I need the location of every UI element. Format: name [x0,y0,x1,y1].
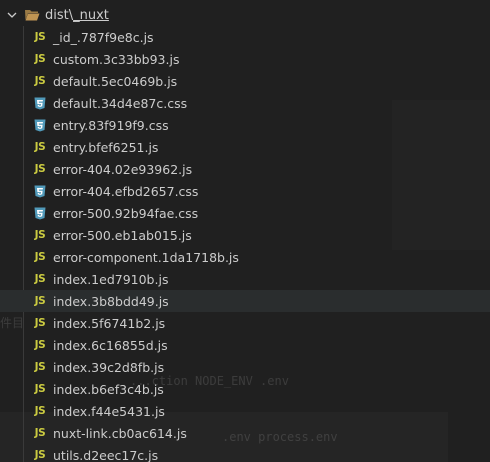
file-name: error-component.1da1718b.js [53,249,239,265]
js-icon-label: JS [34,383,46,395]
file-row[interactable]: JS error-404.02e93962.js [0,158,490,180]
js-icon: JS [32,449,48,461]
js-icon: JS [32,383,48,395]
file-name: nuxt-link.cb0ac614.js [53,425,187,441]
js-icon: JS [32,163,48,175]
file-row[interactable]: JS _id_.787f9e8c.js [0,26,490,48]
js-icon: JS [32,141,48,153]
file-row[interactable]: JS error-500.eb1ab015.js [0,224,490,246]
js-icon-label: JS [34,163,46,175]
file-name: error-500.eb1ab015.js [53,227,192,243]
js-icon-label: JS [34,229,46,241]
file-row[interactable]: JS index.3b8bdd49.js [0,290,490,312]
chevron-down-icon[interactable] [6,9,18,21]
file-name: index.1ed7910b.js [53,271,169,287]
js-icon: JS [32,361,48,373]
js-icon: JS [32,75,48,87]
js-icon-label: JS [34,273,46,285]
file-name: index.6c16855d.js [53,337,168,353]
file-name: error-404.02e93962.js [53,161,193,177]
js-icon: JS [32,295,48,307]
file-row[interactable]: JS index.39c2d8fb.js [0,356,490,378]
js-icon: JS [32,273,48,285]
file-row[interactable]: error-500.92b94fae.css [0,202,490,224]
breadcrumb-parent[interactable]: dist [45,8,69,23]
file-row[interactable]: JS index.6c16855d.js [0,334,490,356]
file-name: default.5ec0469b.js [53,73,178,89]
file-row[interactable]: JS utils.d2eec17c.js [0,444,490,462]
css-icon [32,185,48,198]
js-icon-label: JS [34,251,46,263]
file-name: entry.83f919f9.css [53,117,169,133]
js-icon-label: JS [34,31,46,43]
css3-shield-icon [34,97,46,109]
file-name: entry.bfef6251.js [53,139,159,155]
file-row[interactable]: JS nuxt-link.cb0ac614.js [0,422,490,444]
folder-open-icon [25,10,40,21]
js-icon: JS [32,339,48,351]
file-row[interactable]: JS error-component.1da1718b.js [0,246,490,268]
file-row[interactable]: JS default.5ec0469b.js [0,70,490,92]
js-icon-label: JS [34,427,46,439]
file-name: index.b6ef3c4b.js [53,381,164,397]
js-icon: JS [32,53,48,65]
js-icon-label: JS [34,449,46,461]
js-icon-label: JS [34,339,46,351]
js-icon: JS [32,317,48,329]
breadcrumb-current[interactable]: _nuxt [73,8,109,23]
js-icon-label: JS [34,75,46,87]
css3-shield-icon [34,185,46,197]
js-icon: JS [32,427,48,439]
file-row[interactable]: entry.83f919f9.css [0,114,490,136]
file-row[interactable]: JS index.1ed7910b.js [0,268,490,290]
js-icon-label: JS [34,53,46,65]
file-row[interactable]: error-404.efbd2657.css [0,180,490,202]
file-row[interactable]: JS index.5f6741b2.js [0,312,490,334]
js-icon-label: JS [34,141,46,153]
file-name: error-404.efbd2657.css [53,183,199,199]
js-icon-label: JS [34,295,46,307]
js-icon-label: JS [34,361,46,373]
js-icon: JS [32,229,48,241]
folder-row-nuxt[interactable]: dist \ _nuxt [0,4,109,26]
js-icon-label: JS [34,405,46,417]
css3-shield-icon [34,207,46,219]
file-name: index.5f6741b2.js [53,315,166,331]
js-icon: JS [32,405,48,417]
css-icon [32,207,48,220]
file-row[interactable]: default.34d4e87c.css [0,92,490,114]
file-row[interactable]: JS entry.bfef6251.js [0,136,490,158]
file-name: custom.3c33bb93.js [53,51,180,67]
file-name: index.3b8bdd49.js [53,293,169,309]
file-name: error-500.92b94fae.css [53,205,199,221]
file-name: utils.d2eec17c.js [53,447,159,462]
file-row[interactable]: JS custom.3c33bb93.js [0,48,490,70]
file-row[interactable]: JS index.f44e5431.js [0,400,490,422]
file-name: default.34d4e87c.css [53,95,188,111]
file-row[interactable]: JS index.b6ef3c4b.js [0,378,490,400]
file-explorer: 件目 ...ction NODE_ENV .env .env process.e… [0,0,490,462]
file-name: _id_.787f9e8c.js [53,29,154,45]
css-icon [32,119,48,132]
file-name: index.39c2d8fb.js [53,359,165,375]
file-list: JS _id_.787f9e8c.js JS custom.3c33bb93.js JS… [0,26,490,462]
js-icon: JS [32,251,48,263]
file-name: index.f44e5431.js [53,403,165,419]
js-icon: JS [32,31,48,43]
css-icon [32,97,48,110]
js-icon-label: JS [34,317,46,329]
css3-shield-icon [34,119,46,131]
